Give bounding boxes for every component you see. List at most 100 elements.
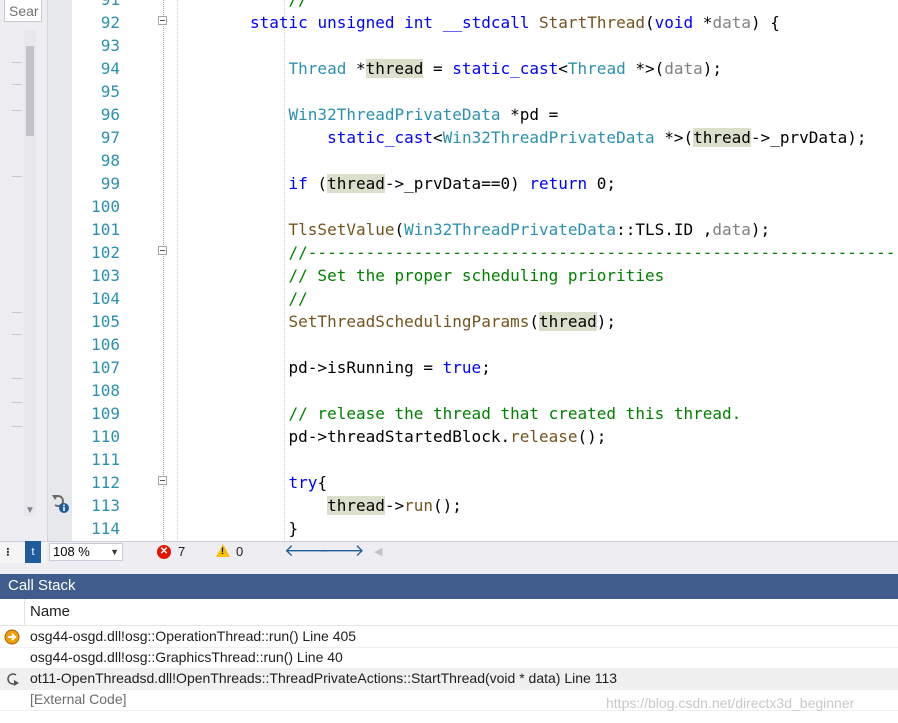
navigate-forward-icon[interactable]: 🡒 bbox=[319, 541, 365, 561]
line-number: 102 bbox=[91, 243, 120, 262]
editor-status-bar: ⁝ t 108 % ▼ ✕ 7 ! 0 🡐 🡒 ◀ bbox=[0, 541, 898, 563]
line-number: 104 bbox=[91, 289, 120, 308]
code-line[interactable]: 92 static unsigned int __stdcall StartThr… bbox=[72, 11, 898, 34]
callstack-frame-name: osg44-osgd.dll!osg::OperationThread::run… bbox=[30, 628, 357, 644]
code-text: Thread *thread = static_cast<Thread *>(d… bbox=[288, 59, 723, 78]
line-number: 113 bbox=[91, 496, 120, 515]
scrollbar-thumb[interactable] bbox=[26, 46, 34, 136]
line-number: 111 bbox=[91, 450, 120, 469]
code-line[interactable]: 102 //----------------------------------… bbox=[72, 241, 898, 264]
line-number: 108 bbox=[91, 381, 120, 400]
code-line[interactable]: 109 // release the thread that created t… bbox=[72, 402, 898, 425]
code-line[interactable]: 93 bbox=[72, 34, 898, 57]
code-line[interactable]: 98 bbox=[72, 149, 898, 172]
collapse-icon[interactable] bbox=[158, 476, 167, 485]
line-number: 93 bbox=[100, 36, 120, 55]
code-line[interactable]: 91 // bbox=[72, 0, 898, 11]
code-text: static_cast<Win32ThreadPrivateData *>(th… bbox=[327, 128, 867, 147]
line-number: 100 bbox=[91, 197, 120, 216]
caller-frame-icon bbox=[4, 671, 20, 687]
line-number: 96 bbox=[100, 105, 120, 124]
callstack-row[interactable]: ot11-OpenThreadsd.dll!OpenThreads::Threa… bbox=[0, 668, 898, 690]
code-line[interactable]: 112 try{ bbox=[72, 471, 898, 494]
line-number: 91 bbox=[72, 0, 120, 11]
code-line[interactable]: 114 } bbox=[72, 517, 898, 540]
code-line[interactable]: 99 if (thread->_prvData==0) return 0; bbox=[72, 172, 898, 195]
callstack-frame-name: [External Code] bbox=[30, 691, 127, 707]
line-number: 107 bbox=[91, 358, 120, 377]
code-line[interactable]: 94 Thread *thread = static_cast<Thread *… bbox=[72, 57, 898, 80]
code-line[interactable]: 100 bbox=[72, 195, 898, 218]
code-line[interactable]: 97 static_cast<Win32ThreadPrivateData *>… bbox=[72, 126, 898, 149]
code-text: } bbox=[250, 519, 299, 538]
code-line[interactable]: 106 bbox=[72, 333, 898, 356]
code-line[interactable]: 113 thread->run(); bbox=[72, 494, 898, 517]
warning-icon[interactable]: ! bbox=[216, 544, 230, 557]
code-line[interactable]: 101 TlsSetValue(Win32ThreadPrivateData::… bbox=[72, 218, 898, 241]
scroll-left-icon[interactable]: ◀ bbox=[374, 545, 382, 558]
code-editor[interactable]: 91 // 92 static unsigned int __stdcall Sta… bbox=[72, 0, 898, 541]
code-text: // bbox=[250, 0, 308, 11]
header-gutter bbox=[0, 599, 25, 625]
callstack-frame-name: osg44-osgd.dll!osg::GraphicsThread::run(… bbox=[30, 649, 343, 665]
code-text: // bbox=[288, 289, 308, 308]
chevron-down-icon: ▼ bbox=[110, 547, 119, 557]
current-frame-icon bbox=[4, 629, 20, 645]
callstack-header: Name bbox=[0, 599, 898, 626]
code-line[interactable]: 96 Win32ThreadPrivateData *pd = bbox=[72, 103, 898, 126]
line-number: 103 bbox=[91, 266, 120, 285]
code-text: //--------------------------------------… bbox=[288, 243, 898, 262]
tree-lines bbox=[4, 28, 24, 518]
line-number: 92 bbox=[100, 13, 120, 32]
side-panel-strip: Sear ▼ bbox=[0, 0, 48, 541]
code-text: pd->threadStartedBlock.release(); bbox=[250, 427, 607, 446]
status-gutter: ⁝ t bbox=[0, 541, 47, 563]
scroll-down-icon[interactable]: ▼ bbox=[25, 505, 35, 516]
bracket-icon[interactable]: t bbox=[25, 541, 41, 563]
panel-splitter[interactable] bbox=[0, 563, 898, 574]
line-number: 101 bbox=[91, 220, 120, 239]
warning-count[interactable]: 0 bbox=[236, 544, 243, 559]
side-panel-scrollbar[interactable]: ▼ bbox=[24, 30, 36, 516]
collapse-icon[interactable] bbox=[158, 246, 167, 255]
code-text: // Set the proper scheduling priorities bbox=[288, 266, 665, 285]
line-number: 105 bbox=[91, 312, 120, 331]
code-line[interactable]: 95 bbox=[72, 80, 898, 103]
code-text: thread->run(); bbox=[327, 496, 462, 515]
thread-switch-icon bbox=[52, 495, 69, 513]
error-count[interactable]: 7 bbox=[178, 544, 185, 559]
column-header-name[interactable]: Name bbox=[30, 603, 70, 620]
line-number: 95 bbox=[100, 82, 120, 101]
code-line[interactable]: 107 pd->isRunning = true; bbox=[72, 356, 898, 379]
error-icon[interactable]: ✕ bbox=[157, 545, 171, 559]
collapse-icon[interactable] bbox=[158, 16, 167, 25]
code-line[interactable]: 103 // Set the proper scheduling priorit… bbox=[72, 264, 898, 287]
search-input[interactable]: Sear bbox=[4, 0, 42, 22]
code-text: TlsSetValue(Win32ThreadPrivateData::TLS.… bbox=[288, 220, 771, 239]
line-number: 94 bbox=[100, 59, 120, 78]
watermark: https://blog.csdn.net/directx3d_beginner bbox=[606, 695, 855, 711]
zoom-value: 108 % bbox=[53, 544, 90, 559]
line-number: 98 bbox=[100, 151, 120, 170]
callstack-row[interactable]: osg44-osgd.dll!osg::GraphicsThread::run(… bbox=[0, 647, 898, 669]
callstack-row[interactable]: osg44-osgd.dll!osg::OperationThread::run… bbox=[0, 626, 898, 648]
code-line[interactable]: 111 bbox=[72, 448, 898, 471]
glyph-margin bbox=[48, 0, 72, 541]
pin-icon[interactable]: ⁝ bbox=[6, 545, 10, 559]
code-text: // release the thread that created this … bbox=[288, 404, 742, 423]
code-line[interactable]: 110 pd->threadStartedBlock.release(); bbox=[72, 425, 898, 448]
code-line[interactable]: 104 // bbox=[72, 287, 898, 310]
code-line[interactable]: 108 bbox=[72, 379, 898, 402]
code-text: if (thread->_prvData==0) return 0; bbox=[288, 174, 617, 193]
code-text: try{ bbox=[288, 473, 328, 492]
callstack-panel: Name osg44-osgd.dll!osg::OperationThread… bbox=[0, 599, 898, 723]
line-number: 97 bbox=[100, 128, 120, 147]
callstack-title-bar[interactable]: Call Stack bbox=[0, 574, 898, 599]
line-number: 112 bbox=[91, 473, 120, 492]
line-number: 114 bbox=[91, 519, 120, 538]
code-line[interactable]: 105 SetThreadSchedulingParams(thread); bbox=[72, 310, 898, 333]
line-number: 106 bbox=[91, 335, 120, 354]
zoom-dropdown[interactable]: 108 % ▼ bbox=[49, 543, 123, 561]
line-number: 109 bbox=[91, 404, 120, 423]
line-number: 110 bbox=[91, 427, 120, 446]
